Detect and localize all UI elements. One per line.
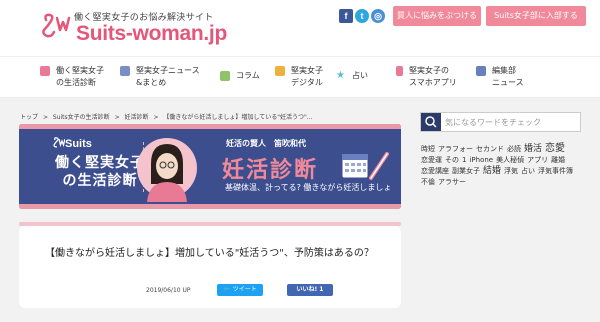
nav-item-label: 堅実女子の スマホアプリ [409,66,457,87]
column-icon [220,71,230,81]
twitter-icon: 🐦 [223,286,233,293]
tag-link[interactable]: 浮気事件簿 [538,167,573,175]
article-header: 【働きながら妊活しましょ】増加している"妊活うつ"、予防策はあるの？ 2019/… [19,226,401,308]
tweet-button[interactable]: 🐦 ツイート [217,284,263,296]
star-icon: ★ [336,70,345,81]
instagram-icon[interactable]: ◎ [371,9,385,23]
search-placeholder: 気になるワードをチェック [445,118,541,127]
like-button-label: いいね! 1 [296,286,324,293]
nav-item-column[interactable]: コラム [220,70,260,82]
digital-icon [275,66,285,76]
calendar-thermometer-icon [341,152,389,180]
nav-item-fortune[interactable]: ★ 占い [336,70,368,82]
banner-logo: Suits [65,138,92,150]
breadcrumb-link-life-diagnosis[interactable]: Suits女子の生活診断 [53,114,110,121]
tag-link[interactable]: 不倫 [421,178,435,186]
logo-mark-icon [53,137,65,148]
breadcrumb-separator: > [114,114,120,121]
article-date: 2019/06/10 UP [146,287,191,294]
ask-question-button[interactable]: 質人に悩みをぶつける [393,6,481,26]
like-button[interactable]: いいね! 1 [287,284,333,296]
nav-item-label: 占い [352,71,368,80]
tag-link[interactable]: 占い [521,167,535,175]
breadcrumb-separator: > [42,114,48,121]
site-logo[interactable]: Suits-woman.jp [76,22,227,46]
tag-link[interactable]: 恋愛講座 [421,167,449,175]
tag-link[interactable]: 美人秘偵 [496,156,524,164]
news-icon [120,66,130,76]
pink-check-icon [40,66,50,76]
breadcrumb-current: 【働きながら妊活しましょ】増加している"妊活うつ"... [163,114,313,121]
tag-link[interactable]: 必読 [507,145,521,153]
nav-item-app[interactable]: 堅実女子の スマホアプリ [396,65,457,89]
diagnosis-banner[interactable]: Suits 働く堅実女子 の生活診断 妊活の賢人 笛吹和代 妊活診断 基礎体温、… [19,124,401,209]
tag-link[interactable]: 結婚 [483,166,501,176]
tag-link[interactable]: 恋愛 [545,143,565,154]
banner-title: 妊活診断 [222,158,319,183]
breadcrumb: トップ > Suits女子の生活診断 > 妊活診断 > 【働きながら妊活しましょ… [20,112,315,121]
banner-series-title: 働く堅実女子 の生活診断 [55,155,145,189]
tag-link[interactable]: 副業女子 [452,167,480,175]
nav-item-label: 働く堅実女子 の生活診断 [56,66,104,87]
tag-link[interactable]: 時短 [421,145,435,153]
nav-item-label: コラム [236,71,260,80]
tag-link[interactable]: アプリ [527,156,548,164]
pencil-icon [476,66,486,76]
main-nav: 働く堅実女子 の生活診断 堅実女子ニュース &まとめ コラム 堅実女子 デジタル… [0,56,600,98]
banner-stripe [19,204,401,209]
tag-link[interactable]: 1 [462,156,466,164]
nav-item-label: 堅実女子ニュース &まとめ [136,66,200,87]
tag-link[interactable]: アラサー [438,178,466,186]
breadcrumb-link-ninkatsu[interactable]: 妊活診断 [125,114,149,121]
app-icon [396,66,403,76]
tag-cloud: 時短 アラフォー セカンド 必読 婚活 恋愛恋愛運 その 1 iPhone 美人秘偵 アプリ 離婚恋愛… [421,143,587,188]
facebook-icon[interactable]: f [339,9,353,23]
tag-link[interactable]: 浮気 [504,167,518,175]
breadcrumb-separator: > [153,114,159,121]
nav-item-life-diagnosis[interactable]: 働く堅実女子 の生活診断 [40,65,104,89]
nav-item-digital[interactable]: 堅実女子 デジタル [275,65,323,89]
tag-link[interactable]: iPhone [469,156,493,164]
search-input[interactable]: 気になるワードをチェック [420,112,581,132]
breadcrumb-link-top[interactable]: トップ [20,114,38,121]
expert-avatar [137,138,197,202]
join-club-button[interactable]: Suits女子部に入部する [486,6,586,26]
search-icon [425,116,437,128]
tag-link[interactable]: アラフォー [438,145,473,153]
nav-item-label: 堅実女子 デジタル [291,66,323,87]
tag-link[interactable]: その [445,156,459,164]
nav-item-editorial[interactable]: 編集部 ニュース [476,65,524,89]
logo-mark-icon[interactable] [40,12,72,42]
expert-name: 妊活の賢人 笛吹和代 [226,139,306,148]
twitter-icon[interactable]: t [355,9,369,23]
tag-link[interactable]: 離婚 [551,156,565,164]
tag-link[interactable]: 恋愛運 [421,156,442,164]
nav-item-news[interactable]: 堅実女子ニュース &まとめ [120,65,200,89]
tag-link[interactable]: 婚活 [524,144,542,154]
search-button[interactable] [421,113,441,131]
tag-link[interactable]: セカンド [476,145,504,153]
nav-item-label: 編集部 ニュース [492,66,524,87]
site-header: 働く堅実女子のお悩み解決サイト Suits-woman.jp f t ◎ 質人に… [0,0,600,56]
tweet-button-label: ツイート [232,286,257,293]
banner-subtitle: 基礎体温、計ってる? 働きながら妊活しましょ [225,183,392,192]
article-title: 【働きながら妊活しましょ】増加している"妊活うつ"、予防策はあるの？ [45,248,374,259]
banner-stripe [19,124,401,129]
